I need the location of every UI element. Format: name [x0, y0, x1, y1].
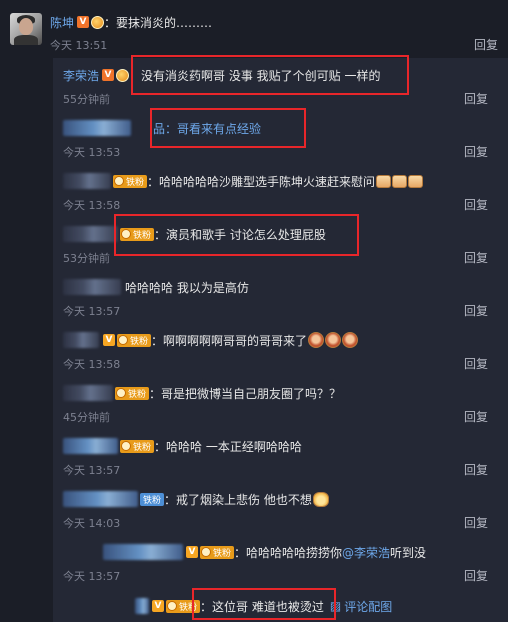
blurred-username[interactable] — [103, 544, 183, 560]
blurred-username[interactable] — [63, 332, 99, 348]
mention-link[interactable]: @李荣浩 — [342, 544, 390, 561]
reply-button[interactable]: 回复 — [464, 196, 488, 213]
comment-line: 陈坤 V ：要抹消炎的……… — [50, 13, 212, 31]
verified-v-icon: V — [103, 334, 115, 346]
reply-button[interactable]: 回复 — [464, 461, 488, 478]
comment-text: ：要抹消炎的……… — [104, 15, 213, 30]
replies-panel: 李荣浩 V ：没有消炎药啊哥 没事 我贴了个创可贴 一样的 55分钟前 回复 品… — [53, 58, 508, 622]
reply-text: ：没有消炎药啊哥 没事 我贴了个创可贴 一样的 — [129, 68, 381, 83]
blurred-username[interactable] — [63, 491, 138, 507]
reply-text: ：啊啊啊啊啊哥哥的哥哥来了 — [151, 333, 308, 348]
blurred-username[interactable] — [63, 173, 111, 189]
emoji-icon — [392, 174, 408, 188]
emoji-icon — [342, 332, 359, 348]
fan-badge: 铁粉 — [120, 227, 155, 241]
timestamp: 45分钟前 — [63, 411, 110, 424]
reply-text: ：哈哈哈 一本正经啊哈哈哈 — [154, 439, 302, 454]
cat-emoji-icon — [312, 491, 329, 507]
reply-button[interactable]: 回复 — [464, 90, 488, 107]
timestamp: 今天 13:57 — [63, 464, 121, 477]
picture-icon: ▨ — [329, 599, 342, 613]
verified-v-icon: V — [102, 69, 115, 81]
username-link[interactable]: 李荣浩 — [63, 67, 99, 84]
timestamp: 今天 13:58 — [63, 199, 121, 212]
medal-icon — [91, 15, 105, 29]
blurred-username[interactable] — [63, 120, 131, 136]
reply-button[interactable]: 回复 — [464, 355, 488, 372]
comment-picture-link[interactable]: 评论配图 — [344, 598, 392, 615]
reply-text: ：这位哥 难道也被烫过 — [200, 599, 324, 614]
reply-text: ：哈哈哈哈哈捞捞你 — [234, 545, 343, 560]
reply-text-tail: 听到没 — [390, 545, 427, 560]
timestamp: 今天 13:51 — [50, 39, 108, 52]
reply-button[interactable]: 回复 — [464, 408, 488, 425]
emoji-icon — [376, 174, 392, 188]
reply-text: ：演员和歌手 讨论怎么处理屁股 — [154, 227, 326, 242]
blurred-username[interactable] — [63, 438, 118, 454]
verified-v-icon: V — [186, 546, 198, 558]
blurred-username[interactable] — [63, 226, 118, 242]
reply-button[interactable]: 回复 — [464, 567, 488, 584]
timestamp: 55分钟前 — [63, 93, 110, 106]
reply-button[interactable]: 回复 — [474, 36, 498, 53]
verified-v-icon: V — [77, 16, 90, 28]
fan-badge: 铁粉 — [120, 439, 155, 453]
verified-v-icon: V — [152, 600, 164, 612]
reply-text: 哈哈哈哈 我以为是高仿 — [125, 280, 249, 295]
fan-badge: 铁粉 — [117, 333, 152, 347]
timestamp: 53分钟前 — [63, 252, 110, 265]
reply-text: ：哈哈哈哈哈沙雕型选手陈坤火速赶来慰问 — [147, 174, 376, 189]
username-link[interactable]: 陈坤 — [50, 14, 74, 31]
fan-badge: 铁粉 — [113, 174, 148, 188]
medal-icon — [116, 68, 130, 82]
timestamp: 今天 13:57 — [63, 570, 121, 583]
top-comment: 陈坤 V ：要抹消炎的……… 今天 13:51 回复 — [0, 0, 508, 58]
reply-button[interactable]: 回复 — [464, 514, 488, 531]
timestamp: 今天 13:58 — [63, 358, 121, 371]
fan-badge: 铁粉 — [115, 386, 150, 400]
emoji-icon — [308, 332, 325, 348]
reply-button[interactable]: 回复 — [464, 249, 488, 266]
reply-text: 品：哥看来有点经验 — [153, 121, 262, 136]
fan-badge: 铁粉 — [166, 599, 201, 613]
emoji-icon — [408, 174, 424, 188]
blurred-username[interactable] — [135, 598, 149, 614]
timestamp: 今天 14:03 — [63, 517, 121, 530]
avatar[interactable] — [10, 13, 42, 45]
reply-button[interactable]: 回复 — [464, 302, 488, 319]
fan-badge: 铁粉 — [200, 545, 235, 559]
fan-badge: 铁粉 — [140, 492, 165, 506]
reply-button[interactable]: 回复 — [464, 143, 488, 160]
timestamp: 今天 13:53 — [63, 146, 121, 159]
emoji-icon — [325, 332, 342, 348]
timestamp: 今天 13:57 — [63, 305, 121, 318]
blurred-username[interactable] — [63, 279, 121, 295]
blurred-username[interactable] — [63, 385, 113, 401]
reply-text: ：戒了烟染上悲伤 他也不想 — [164, 492, 312, 507]
reply-text: ：哥是把微博当自己朋友圈了吗？？ — [149, 386, 342, 401]
